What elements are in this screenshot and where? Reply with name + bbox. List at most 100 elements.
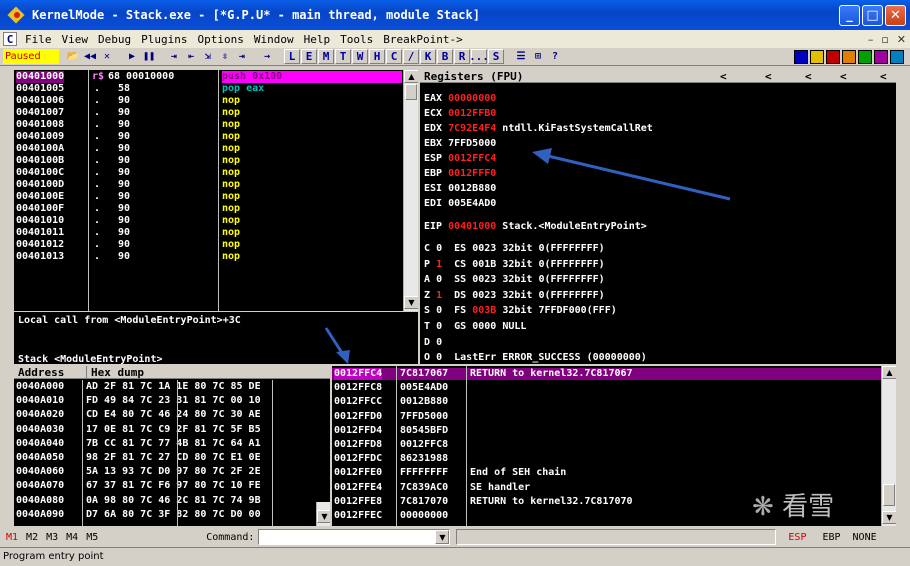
disasm-row[interactable]: 00401012. 90 nop	[14, 239, 403, 251]
plugin-icon[interactable]	[810, 50, 824, 64]
stack-value[interactable]: 86231988	[400, 453, 448, 465]
scroll-thumb[interactable]	[405, 84, 417, 100]
disasm-row[interactable]: 00401009. 90 nop	[14, 131, 403, 143]
stack-row[interactable]: 0012FFDC 86231988	[332, 453, 881, 465]
mdi-minimize-button[interactable]: –	[864, 33, 878, 46]
stack-value[interactable]: 7C817070	[400, 496, 448, 508]
stack-row[interactable]: 0012FFD4 80545BFD	[332, 425, 881, 437]
menu-view[interactable]: View	[57, 33, 94, 46]
scroll-up-icon[interactable]: ▲	[404, 70, 418, 83]
scroll-thumb[interactable]	[883, 484, 895, 506]
menu-breakpoint[interactable]: BreakPoint->	[378, 33, 467, 46]
plugin-icon[interactable]	[842, 50, 856, 64]
log-window-button[interactable]: L	[284, 49, 300, 64]
scroll-up-icon[interactable]: ▲	[882, 366, 896, 379]
stack-scrollbar[interactable]: ▲ ▼	[881, 366, 896, 526]
stack-row[interactable]: 0012FFE0 FFFFFFFF End of SEH chain	[332, 467, 881, 479]
esp-button[interactable]: ESP	[788, 532, 806, 543]
dump-pane[interactable]: Address Hex dump 0040A000 AD 2F 81 7C 1A …	[14, 366, 330, 526]
registers-pane[interactable]: Registers (FPU) < < < < < EAX 00000000 E…	[420, 70, 896, 364]
scroll-down-icon[interactable]: ▼	[882, 511, 896, 524]
disasm-row[interactable]: 0040100E. 90 nop	[14, 191, 403, 203]
step-into-icon[interactable]: ⇥	[166, 50, 182, 64]
windows-window-button[interactable]: W	[352, 49, 368, 64]
stack-row[interactable]: 0012FFD8 0012FFC8	[332, 439, 881, 451]
plugin-icon[interactable]	[858, 50, 872, 64]
disasm-row[interactable]: 0040100C. 90 nop	[14, 167, 403, 179]
stack-value[interactable]: 7FFD5000	[400, 411, 448, 423]
stack-row[interactable]: 0012FFC4 7C817067 RETURN to kernel32.7C817…	[332, 368, 881, 380]
stack-pane[interactable]: 0012FFC4 7C817067 RETURN to kernel32.7C817…	[332, 366, 896, 526]
none-button[interactable]: NONE	[853, 532, 877, 543]
menu-help[interactable]: Help	[299, 33, 336, 46]
step-over-icon[interactable]: ⇤	[183, 50, 199, 64]
restart-icon[interactable]: ◀◀	[82, 50, 98, 64]
run-icon[interactable]: ▶	[124, 50, 140, 64]
menu-plugins[interactable]: Plugins	[136, 33, 192, 46]
terminate-icon[interactable]: ✕	[99, 50, 115, 64]
stack-row[interactable]: 0012FFCC 0012B880	[332, 396, 881, 408]
help-icon[interactable]: ?	[547, 50, 563, 64]
mark-m5[interactable]: M5	[86, 532, 98, 543]
disasm-row[interactable]: 00401013. 90 nop	[14, 251, 403, 263]
references-window-button[interactable]: R	[454, 49, 470, 64]
modules-window-button[interactable]: E	[301, 49, 317, 64]
mark-m1[interactable]: M1	[6, 532, 18, 543]
menu-window[interactable]: Window	[249, 33, 299, 46]
menu-options[interactable]: Options	[192, 33, 248, 46]
command-input[interactable]: ▼	[258, 529, 451, 545]
stack-value[interactable]: 00000000	[400, 510, 448, 522]
patches-window-button[interactable]: /	[403, 49, 419, 64]
menu-tools[interactable]: Tools	[335, 33, 378, 46]
stack-row[interactable]: 0012FFD0 7FFD5000	[332, 411, 881, 423]
disasm-row[interactable]: 00401000 r$ 68 00010000 push 0x100	[14, 71, 403, 83]
stack-row[interactable]: 0012FFC8 005E4AD0	[332, 382, 881, 394]
stack-value[interactable]: 005E4AD0	[400, 382, 448, 394]
breakpoints-window-button[interactable]: B	[437, 49, 453, 64]
menu-debug[interactable]: Debug	[93, 33, 136, 46]
source-window-button[interactable]: S	[488, 49, 504, 64]
scroll-down-icon[interactable]: ▼	[404, 296, 418, 309]
plugin-icon[interactable]	[874, 50, 888, 64]
pause-icon[interactable]: ❚❚	[141, 50, 157, 64]
trace-into-icon[interactable]: ⇲	[200, 50, 216, 64]
disasm-row[interactable]: 00401005. 58 pop eax	[14, 83, 403, 95]
mdi-restore-button[interactable]: ▫	[877, 33, 892, 46]
stack-value[interactable]: 7C839AC0	[400, 482, 448, 494]
chevron-down-icon[interactable]: ▼	[435, 530, 450, 544]
mdi-close-button[interactable]: ✕	[893, 33, 910, 46]
stack-value[interactable]: 0012B880	[400, 396, 448, 408]
stack-value[interactable]: 0012FFC8	[400, 439, 448, 451]
plugin-icon[interactable]	[826, 50, 840, 64]
plugin-icon[interactable]	[794, 50, 808, 64]
disasm-row[interactable]: 0040100A. 90 nop	[14, 143, 403, 155]
disasm-row[interactable]: 00401007. 90 nop	[14, 107, 403, 119]
run-trace-window-button[interactable]: ...	[469, 49, 489, 64]
memory-window-button[interactable]: M	[318, 49, 334, 64]
stack-value[interactable]: 80545BFD	[400, 425, 448, 437]
stack-value[interactable]: FFFFFFFF	[400, 467, 448, 479]
disasm-row[interactable]: 0040100F. 90 nop	[14, 203, 403, 215]
handles-window-button[interactable]: H	[369, 49, 385, 64]
list-icon[interactable]: ☰	[513, 50, 529, 64]
title-bar[interactable]: KernelMode - Stack.exe - [*G.P.U* - main…	[0, 0, 910, 30]
disasm-row[interactable]: 00401006. 90 nop	[14, 95, 403, 107]
menu-file[interactable]: File	[20, 33, 57, 46]
disasm-row[interactable]: 00401010. 90 nop	[14, 215, 403, 227]
disasm-row[interactable]: 00401011. 90 nop	[14, 227, 403, 239]
disasm-row[interactable]: 0040100B. 90 nop	[14, 155, 403, 167]
disassembly-pane[interactable]: 00401000 r$ 68 00010000 push 0x100 00401005.…	[14, 70, 418, 311]
plugin-icon[interactable]	[890, 50, 904, 64]
disasm-row[interactable]: 0040100D. 90 nop	[14, 179, 403, 191]
call-stack-window-button[interactable]: K	[420, 49, 436, 64]
trace-over-icon[interactable]: ⇳	[217, 50, 233, 64]
mdi-logo-icon[interactable]: C	[3, 32, 17, 46]
grid-icon[interactable]: ⊞	[530, 50, 546, 64]
disasm-row[interactable]: 00401008. 90 nop	[14, 119, 403, 131]
mark-m2[interactable]: M2	[26, 532, 38, 543]
disassembly-scrollbar[interactable]: ▲ ▼	[403, 70, 418, 311]
mark-m3[interactable]: M3	[46, 532, 58, 543]
execute-till-return-icon[interactable]: ⇥	[234, 50, 250, 64]
minimize-button[interactable]: _	[839, 4, 860, 26]
ebp-button[interactable]: EBP	[822, 532, 840, 543]
